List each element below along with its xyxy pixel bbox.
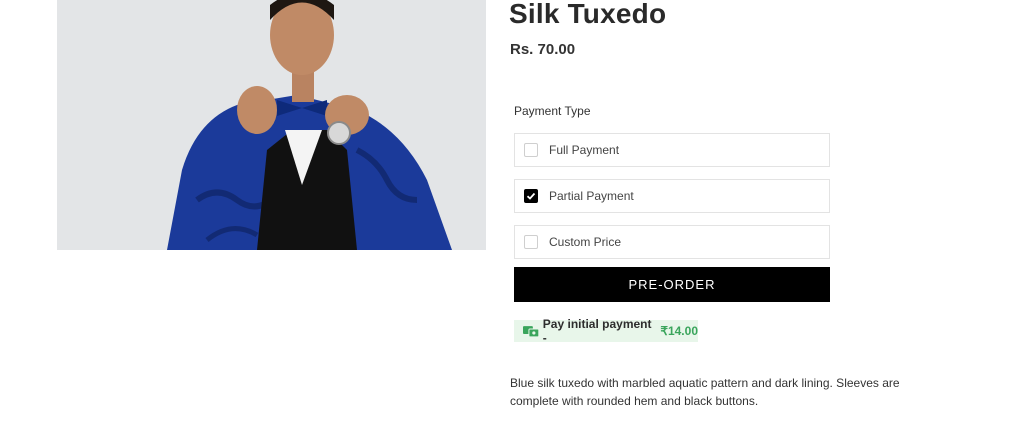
product-description: Blue silk tuxedo with marbled aquatic pa… <box>510 376 900 408</box>
tuxedo-model-illustration <box>57 0 486 250</box>
initial-payment-badge: Pay initial payment - ₹14.00 <box>514 317 698 345</box>
partial-payment-label: Partial Payment <box>549 189 634 203</box>
initial-payment-text: Pay initial payment - <box>542 317 652 345</box>
payment-option-full[interactable]: Full Payment <box>514 133 830 167</box>
custom-price-label: Custom Price <box>549 235 622 249</box>
product-image <box>57 0 486 250</box>
payment-option-custom[interactable]: Custom Price <box>514 225 830 259</box>
product-title: Silk Tuxedo <box>509 0 667 29</box>
money-icon <box>523 326 539 338</box>
checkmark-icon <box>526 192 536 200</box>
payment-type-label: Payment Type <box>514 104 591 118</box>
partial-payment-checkbox[interactable] <box>524 189 538 203</box>
product-price: Rs. 70.00 <box>510 41 576 58</box>
full-payment-label: Full Payment <box>549 143 620 157</box>
full-payment-checkbox[interactable] <box>524 143 538 157</box>
preorder-button[interactable]: PRE-ORDER <box>514 267 830 302</box>
initial-payment-amount: ₹14.00 <box>660 324 698 338</box>
custom-price-checkbox[interactable] <box>524 235 538 249</box>
payment-option-partial[interactable]: Partial Payment <box>514 179 830 213</box>
